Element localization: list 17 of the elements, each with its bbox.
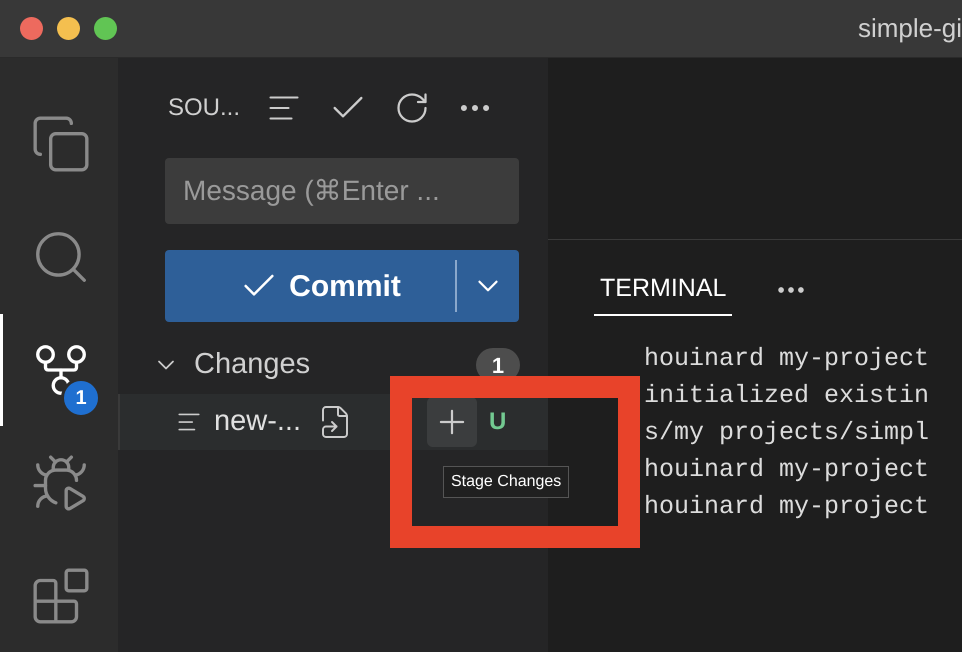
changes-label: Changes xyxy=(194,347,312,382)
panel-title: SOU... xyxy=(168,93,240,123)
panel-tab[interactable]: TERMINAL xyxy=(594,264,732,316)
window-title: simple-gi xyxy=(858,12,962,45)
file-name: new-... xyxy=(214,404,302,440)
terminal-line: initialized existin xyxy=(644,380,930,412)
terminal-line: houinard my-project xyxy=(644,491,930,523)
terminal-line: houinard my-project xyxy=(644,343,930,375)
status-letter: U xyxy=(489,407,506,437)
tooltip: Stage Changes xyxy=(443,466,570,498)
file-row[interactable]: new-... U xyxy=(118,394,548,450)
message-field[interactable]: Message (⌘Enter ... xyxy=(165,158,519,224)
stage-button[interactable] xyxy=(427,397,478,447)
terminal-line: s/my projects/simpl xyxy=(644,417,930,449)
terminal-line: houinard my-project xyxy=(644,454,930,486)
changes-header[interactable]: Changes 1 xyxy=(118,342,548,388)
commit-button[interactable]: Commit xyxy=(165,250,455,322)
